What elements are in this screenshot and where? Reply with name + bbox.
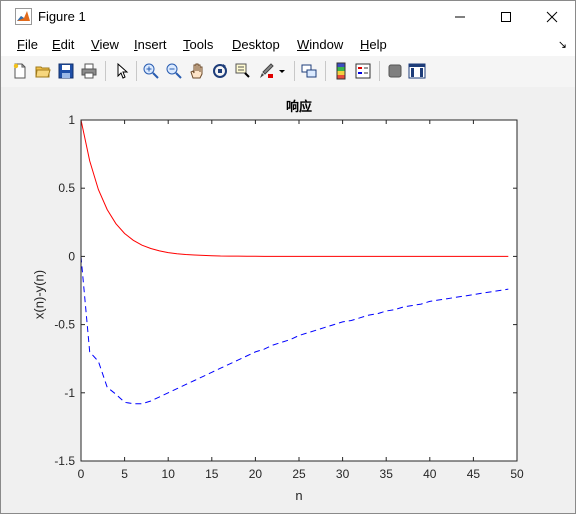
y-tick-label: -1.5 — [54, 454, 75, 468]
pan-icon[interactable] — [188, 62, 206, 80]
toolbar-separator — [136, 61, 137, 81]
close-icon — [546, 11, 558, 23]
x-tick-label: 0 — [78, 467, 85, 481]
y-tick-label: 1 — [68, 113, 75, 127]
menu-view[interactable]: View — [91, 37, 119, 52]
zoom-in-icon[interactable] — [142, 62, 160, 80]
zoom-out-icon[interactable] — [165, 62, 183, 80]
show-plot-tools-icon[interactable] — [408, 62, 426, 80]
close-button[interactable] — [529, 1, 575, 32]
toolbar-separator — [325, 61, 326, 81]
pointer-icon[interactable] — [113, 62, 131, 80]
toolbar-separator — [379, 61, 380, 81]
x-tick-label: 45 — [467, 467, 481, 481]
x-tick-label: 25 — [292, 467, 306, 481]
brush-icon[interactable] — [257, 62, 275, 80]
y-axis-label: x(n)-y(n) — [31, 269, 47, 320]
maximize-button[interactable] — [483, 1, 529, 32]
x-tick-label: 15 — [205, 467, 219, 481]
menu-insert[interactable]: Insert — [134, 37, 167, 52]
axes-background — [81, 120, 517, 461]
y-tick-label: 0.5 — [58, 181, 75, 195]
y-tick-label: -0.5 — [54, 318, 75, 332]
minimize-button[interactable] — [437, 1, 483, 32]
brush-dropdown-icon[interactable] — [277, 62, 287, 80]
x-tick-label: 5 — [121, 467, 128, 481]
title-bar: Figure 1 — [1, 1, 575, 32]
legend-icon[interactable] — [354, 62, 372, 80]
y-tick-label: -1 — [64, 386, 75, 400]
figure-canvas: 0 5 10 15 20 25 30 35 40 45 50 1 0.5 0 -0.5 -1 -1.5 响应 x… — [1, 87, 575, 513]
hide-plot-tools-icon[interactable] — [386, 62, 404, 80]
axes[interactable]: 0 5 10 15 20 25 30 35 40 45 50 1 0.5 0 -0.5 -1 -1.5 — [1, 87, 575, 513]
link-plot-icon[interactable] — [300, 62, 318, 80]
plot-title: 响应 — [285, 100, 312, 115]
toolbar-separator — [105, 61, 106, 81]
x-tick-label: 30 — [336, 467, 350, 481]
colorbar-icon[interactable] — [332, 62, 350, 80]
figure-toolbar — [1, 56, 575, 88]
rotate-3d-icon[interactable] — [211, 62, 229, 80]
minimize-icon — [455, 16, 465, 18]
data-cursor-icon[interactable] — [234, 62, 252, 80]
matlab-logo-icon — [15, 8, 32, 25]
x-tick-label: 40 — [423, 467, 437, 481]
new-figure-icon[interactable] — [11, 62, 29, 80]
toolbar-separator — [294, 61, 295, 81]
print-icon[interactable] — [80, 62, 98, 80]
x-axis-label: n — [295, 488, 303, 503]
window-title: Figure 1 — [38, 9, 86, 24]
menu-bar: File Edit View Insert Tools Desktop Wind… — [1, 32, 575, 56]
open-file-icon[interactable] — [34, 62, 52, 80]
menu-window[interactable]: Window — [297, 37, 343, 52]
save-icon[interactable] — [57, 62, 75, 80]
y-tick-label: 0 — [68, 249, 75, 263]
figure-window: Figure 1 File Edit View Insert Tools Des… — [0, 0, 576, 514]
menu-edit[interactable]: Edit — [52, 37, 74, 52]
x-tick-label: 35 — [380, 467, 394, 481]
x-tick-label: 20 — [249, 467, 263, 481]
maximize-icon — [501, 12, 511, 22]
menu-arrow-icon[interactable]: ↘ — [558, 38, 567, 51]
menu-desktop[interactable]: Desktop — [232, 37, 280, 52]
menu-help[interactable]: Help — [360, 37, 387, 52]
x-tick-label: 50 — [510, 467, 524, 481]
menu-file[interactable]: File — [17, 37, 38, 52]
x-tick-label: 10 — [162, 467, 176, 481]
menu-tools[interactable]: Tools — [183, 37, 213, 52]
